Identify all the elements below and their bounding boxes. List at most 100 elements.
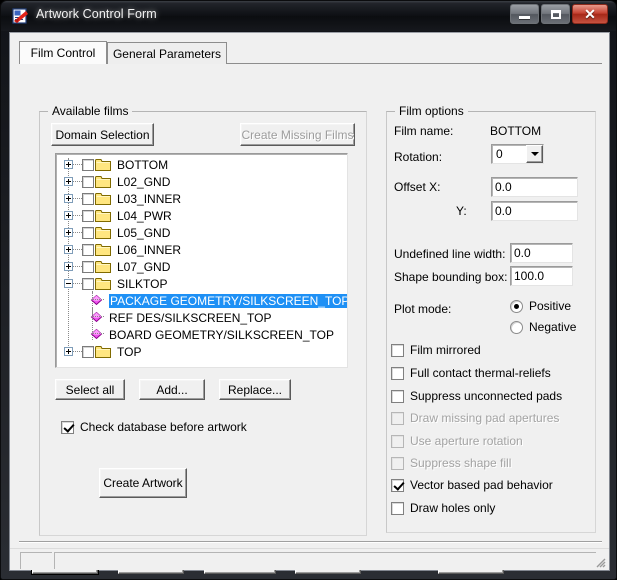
plot-mode-negative-radio[interactable]: Negative: [510, 320, 576, 334]
tree-item-l05-gnd[interactable]: L05_GND: [56, 224, 347, 241]
folder-icon: [95, 209, 111, 222]
create-artwork-button[interactable]: Create Artwork: [99, 468, 187, 498]
tab-film-control-label: Film Control: [31, 46, 96, 60]
undefined-line-width-input[interactable]: 0.0: [510, 243, 573, 263]
tree-checkbox[interactable]: [82, 210, 94, 222]
expand-plus-icon[interactable]: [64, 211, 73, 220]
status-pane-2: [54, 552, 596, 569]
tree-item-ref-des-silkscreen-top[interactable]: REF DES/SILKSCREEN_TOP: [56, 309, 347, 326]
tree-item-l03-inner[interactable]: L03_INNER: [56, 190, 347, 207]
tree-connector: [73, 198, 82, 199]
film-options-legend: Film options: [395, 104, 468, 118]
checkbox-box: [61, 421, 74, 434]
maximize-icon: [551, 10, 561, 19]
tree-checkbox[interactable]: [82, 159, 94, 171]
tree-item-l02-gnd[interactable]: L02_GND: [56, 173, 347, 190]
expand-plus-icon[interactable]: [64, 194, 73, 203]
tree-item-l04-pwr[interactable]: L04_PWR: [56, 207, 347, 224]
maximize-button[interactable]: [541, 4, 570, 24]
tree-item-label: BOARD GEOMETRY/SILKSCREEN_TOP: [109, 328, 334, 342]
tree-connector: [73, 266, 82, 267]
film-name-value: BOTTOM: [490, 124, 541, 138]
rotation-dropdown[interactable]: 0: [491, 144, 544, 164]
resize-grip-icon[interactable]: [593, 555, 606, 568]
add-button[interactable]: Add...: [139, 379, 205, 400]
chevron-down-icon[interactable]: [526, 145, 543, 163]
tree-item-label: L07_GND: [117, 260, 170, 274]
tab-general-parameters[interactable]: General Parameters: [107, 42, 227, 64]
folder-icon: [95, 243, 111, 256]
radio-circle: [510, 321, 523, 334]
replace-label: Replace...: [228, 383, 282, 397]
tree-connector: [92, 308, 104, 317]
title-bar[interactable]: Artwork Control Form ✕: [1, 1, 616, 31]
film-mirrored-checkbox[interactable]: Film mirrored: [391, 343, 481, 357]
tree-connector: [73, 283, 82, 284]
minimize-button[interactable]: [510, 4, 539, 24]
allegro-app-icon: [12, 8, 29, 25]
check-database-before-artwork-label: Check database before artwork: [80, 420, 247, 434]
status-pane-1: [20, 552, 52, 569]
draw-holes-only-checkbox[interactable]: Draw holes only: [391, 501, 495, 515]
create-missing-films-button: Create Missing Films: [240, 123, 355, 146]
use-aperture-rotation-label: Use aperture rotation: [410, 434, 523, 448]
tree-item-silktop[interactable]: SILKTOP: [56, 275, 347, 292]
checkbox-box: [391, 344, 404, 357]
tree-item-label: REF DES/SILKSCREEN_TOP: [109, 311, 272, 325]
tree-checkbox[interactable]: [82, 244, 94, 256]
tree-checkbox[interactable]: [82, 227, 94, 239]
films-tree-view[interactable]: BOTTOM L02_GND L03_INNER: [55, 153, 348, 368]
vector-based-pad-behavior-checkbox[interactable]: Vector based pad behavior: [391, 478, 553, 492]
expand-plus-icon[interactable]: [64, 177, 73, 186]
plot-mode-positive-radio[interactable]: Positive: [510, 299, 571, 313]
tree-item-board-geometry-silkscreen-top[interactable]: BOARD GEOMETRY/SILKSCREEN_TOP: [56, 326, 347, 343]
status-bar: [10, 548, 609, 570]
offset-y-label: Y:: [456, 204, 467, 218]
tree-item-label: TOP: [117, 345, 141, 359]
tree-item-top[interactable]: TOP: [56, 343, 347, 360]
collapse-minus-icon[interactable]: [64, 279, 73, 288]
tab-strip: Film Control General Parameters: [19, 42, 602, 64]
expand-plus-icon[interactable]: [64, 262, 73, 271]
offset-y-input[interactable]: 0.0: [491, 201, 578, 221]
expand-plus-icon[interactable]: [64, 160, 73, 169]
tree-item-label: PACKAGE GEOMETRY/SILKSCREEN_TOP: [109, 294, 348, 308]
checkbox-box: [391, 457, 404, 470]
available-films-legend: Available films: [48, 104, 132, 118]
tab-film-control[interactable]: Film Control: [19, 41, 107, 64]
tree-item-label: L05_GND: [117, 226, 170, 240]
tree-checkbox[interactable]: [82, 261, 94, 273]
tree-item-bottom[interactable]: BOTTOM: [56, 156, 347, 173]
close-button[interactable]: ✕: [572, 4, 608, 24]
tree-connector: [73, 351, 82, 352]
replace-button[interactable]: Replace...: [219, 379, 291, 400]
full-contact-thermal-reliefs-checkbox[interactable]: Full contact thermal-reliefs: [391, 366, 551, 380]
expand-plus-icon[interactable]: [64, 228, 73, 237]
tree-item-package-geometry-silkscreen-top[interactable]: PACKAGE GEOMETRY/SILKSCREEN_TOP: [56, 292, 347, 309]
folder-icon: [95, 175, 111, 188]
domain-selection-button[interactable]: Domain Selection: [51, 123, 154, 146]
rotation-value: 0: [492, 147, 526, 161]
suppress-unconnected-pads-checkbox[interactable]: Suppress unconnected pads: [391, 389, 562, 403]
tree-item-l06-inner[interactable]: L06_INNER: [56, 241, 347, 258]
expand-plus-icon[interactable]: [64, 245, 73, 254]
shape-bounding-box-input[interactable]: 100.0: [510, 266, 573, 286]
tree-checkbox[interactable]: [82, 346, 94, 358]
tree-item-l07-gnd[interactable]: L07_GND: [56, 258, 347, 275]
dialog-client-area: Film Control General Parameters Availabl…: [9, 32, 610, 571]
film-name-label: Film name:: [394, 124, 453, 138]
tree-checkbox[interactable]: [82, 278, 94, 290]
create-missing-films-label: Create Missing Films: [241, 128, 353, 142]
offset-x-input[interactable]: 0.0: [491, 177, 578, 197]
check-database-before-artwork-checkbox[interactable]: Check database before artwork: [61, 420, 247, 434]
tree-checkbox[interactable]: [82, 193, 94, 205]
tree-checkbox[interactable]: [82, 176, 94, 188]
checkbox-box: [391, 412, 404, 425]
dialog-window: Artwork Control Form ✕ Film Control Gene…: [0, 0, 617, 580]
folder-icon: [95, 192, 111, 205]
select-all-button[interactable]: Select all: [55, 379, 125, 400]
suppress-shape-fill-label: Suppress shape fill: [410, 456, 511, 470]
expand-plus-icon[interactable]: [64, 347, 73, 356]
full-contact-thermal-reliefs-label: Full contact thermal-reliefs: [410, 366, 551, 380]
tree-connector: [73, 232, 82, 233]
